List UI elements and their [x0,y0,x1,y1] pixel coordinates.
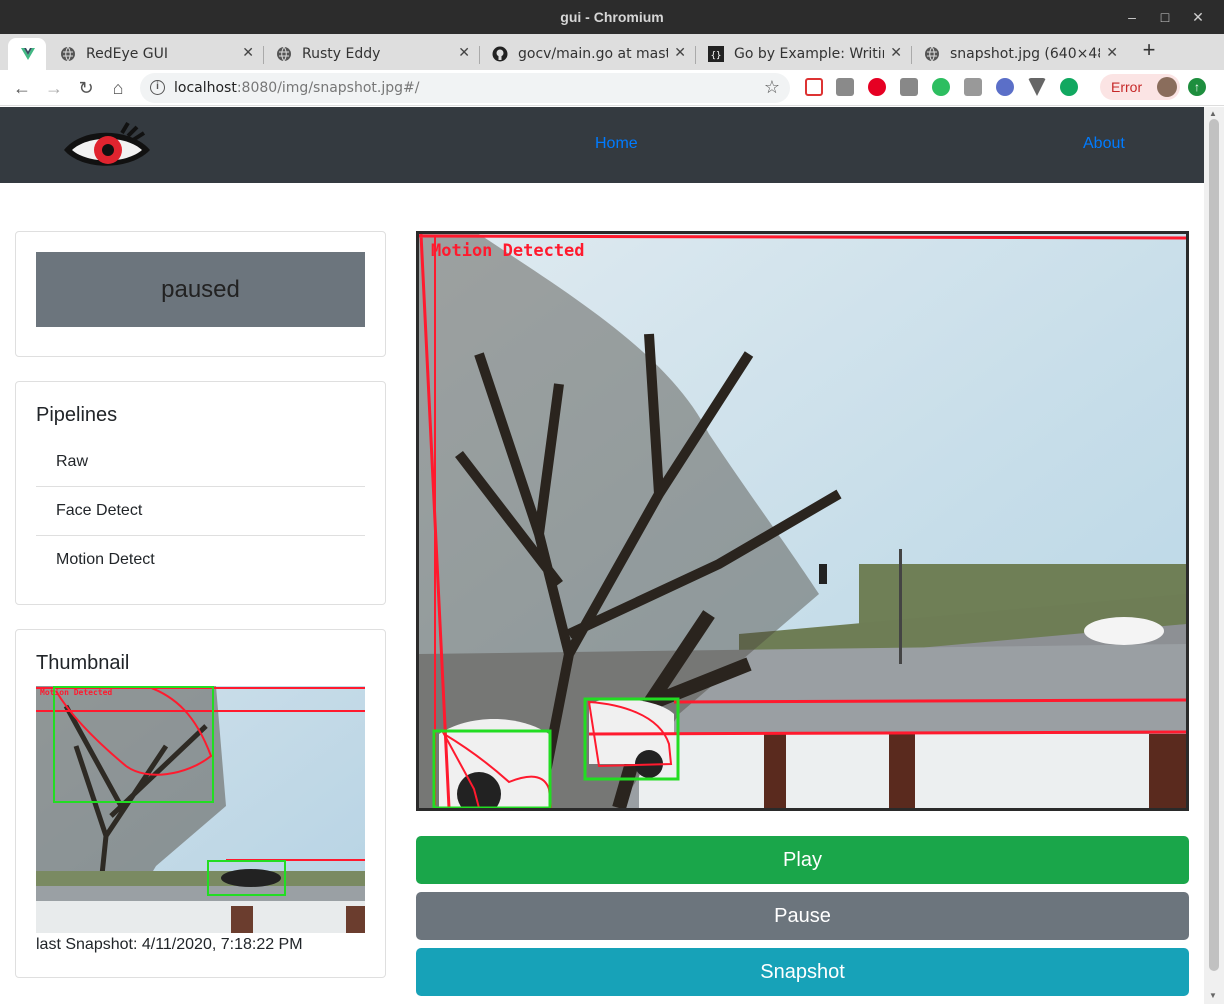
app-navbar: Home About [0,107,1204,183]
thumbnail-caption: last Snapshot: 4/11/2020, 7:18:22 PM [36,936,303,953]
bookmark-star-icon[interactable]: ☆ [764,77,780,98]
reload-icon[interactable]: ↻ [74,76,98,100]
camera-extension-icon[interactable] [964,78,982,96]
scrollbar-thumb[interactable] [1209,119,1219,971]
pipeline-label: Raw [56,453,89,470]
vue-icon [21,48,35,60]
info-icon[interactable]: i [150,80,165,95]
tab-gocv[interactable]: gocv/main.go at mast ✕ [480,38,696,70]
nav-home-link[interactable]: Home [595,135,638,153]
pipelines-card: Pipelines Raw Face Detect Motion Detect [15,381,386,605]
update-icon[interactable]: ↑ [1188,78,1206,96]
close-tab-icon[interactable]: ✕ [1106,45,1118,61]
close-tab-icon[interactable]: ✕ [458,45,470,61]
tab-snapshot[interactable]: snapshot.jpg (640×480 ✕ [912,38,1128,70]
url-text[interactable]: localhost:8080/img/snapshot.jpg#/ [174,80,419,96]
tab-vue[interactable] [8,38,46,70]
globe-extension-icon[interactable] [996,78,1014,96]
back-arrow-icon[interactable]: ← [10,76,34,100]
play-button[interactable]: Play [416,836,1189,884]
evernote-extension-icon[interactable] [932,78,950,96]
pipeline-item-face-detect[interactable]: Face Detect [36,487,365,536]
avatar [1157,77,1177,97]
pipelines-title: Pipelines [36,404,118,426]
profile-error-label: Error [1111,79,1143,95]
status-card: paused [15,231,386,357]
tab-redeye-gui[interactable]: RedEye GUI ✕ [48,38,264,70]
gmail-extension-icon[interactable] [805,78,823,96]
close-tab-icon[interactable]: ✕ [674,45,686,61]
pipeline-label: Motion Detect [56,551,155,568]
thumbnail-image[interactable]: Motion Detected [36,686,365,933]
tab-label: RedEye GUI [86,46,169,62]
wu-extension-icon[interactable] [900,78,918,96]
chat-extension-icon[interactable] [1060,78,1078,96]
page-scrollbar[interactable]: ▲ ▼ [1204,107,1224,1004]
video-feed[interactable]: Motion Detected [416,231,1189,811]
pause-button[interactable]: Pause [416,892,1189,940]
github-icon [492,46,508,62]
tab-label: Go by Example: Writin [734,46,884,62]
scroll-up-icon[interactable]: ▲ [1209,109,1219,118]
tab-strip: RedEye GUI ✕ Rusty Eddy ✕ gocv/main.go a… [0,34,1224,70]
scroll-down-icon[interactable]: ▼ [1209,991,1219,1000]
stack-extension-icon[interactable] [836,78,854,96]
redeye-logo-icon[interactable] [62,121,152,171]
profile-error-button[interactable]: Error [1100,74,1180,100]
status-indicator: paused [36,252,365,327]
maximize-icon[interactable]: □ [1155,7,1175,27]
new-tab-icon[interactable]: + [1138,38,1160,62]
pipeline-label: Face Detect [56,502,143,519]
forward-arrow-icon[interactable]: → [42,76,66,100]
snapshot-button[interactable]: Snapshot [416,948,1189,996]
thumbnail-card: Thumbnail Motion Detected last Snapshot:… [15,629,386,978]
window-title: gui - Chromium [560,9,664,25]
pinterest-extension-icon[interactable] [868,78,886,96]
globe-icon [277,46,291,62]
video-overlay-text: Motion Detected [431,241,585,261]
close-tab-icon[interactable]: ✕ [890,45,902,61]
minimize-icon[interactable]: – [1122,7,1142,27]
tab-label: gocv/main.go at mast [518,46,668,62]
pipeline-item-raw[interactable]: Raw [36,438,365,487]
pipeline-item-motion-detect[interactable]: Motion Detect [36,536,365,585]
home-icon[interactable]: ⌂ [106,76,130,100]
close-tab-icon[interactable]: ✕ [242,45,254,61]
tab-label: snapshot.jpg (640×480 [950,46,1100,62]
tab-label: Rusty Eddy [302,46,381,62]
globe-icon [61,46,75,62]
tab-rusty-eddy[interactable]: Rusty Eddy ✕ [264,38,480,70]
svg-text:{}: {} [711,51,722,61]
close-window-icon[interactable]: ✕ [1188,7,1208,27]
thumbnail-overlay-text: Motion Detected [40,687,112,697]
page-content: Home About paused Pipelines Raw Face Det… [0,107,1204,1004]
address-bar[interactable]: i localhost:8080/img/snapshot.jpg#/ ☆ [140,73,790,103]
thumbnail-title: Thumbnail [36,652,130,674]
globe-icon [925,46,939,62]
code-icon: {} [708,46,724,62]
nav-about-link[interactable]: About [1083,135,1125,153]
window-titlebar: gui - Chromium – □ ✕ [0,0,1224,34]
tab-go-by-example[interactable]: {} Go by Example: Writin ✕ [696,38,912,70]
